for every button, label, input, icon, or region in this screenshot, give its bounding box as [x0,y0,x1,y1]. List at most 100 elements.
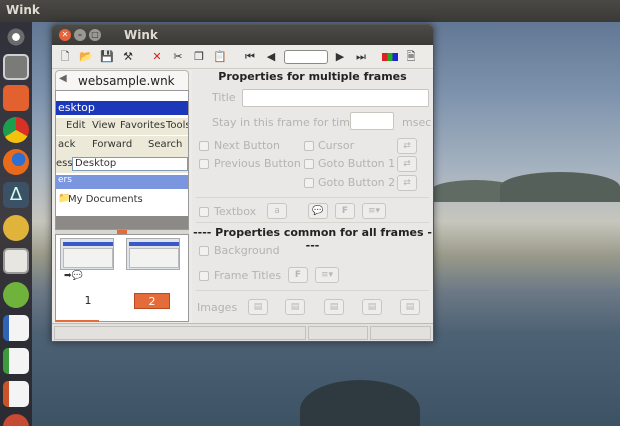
properties-panel: Properties for multiple frames Title Sta… [192,70,433,323]
frame-titles-font-icon[interactable]: F [288,267,308,283]
preview-side-header: ers [56,175,188,189]
recycle-icon[interactable] [3,282,29,308]
image-move-up-icon[interactable]: ▤ [324,299,344,315]
frame-thumbnail[interactable] [126,238,180,270]
open-icon[interactable]: 📂 [78,49,94,65]
preview-nav-bar: ack Forward Search [56,135,188,155]
title-bar: ✕ – □ Wink [52,25,433,45]
settings-icon[interactable] [3,414,29,426]
palette-icon[interactable] [382,53,398,61]
window-title: Wink [124,28,158,42]
tab-websample[interactable]: ◀ websample.wnk [55,70,189,90]
stay-time-label: Stay in this frame for time [212,116,357,129]
wink-icon[interactable] [3,215,29,241]
background-label: Background [214,244,280,257]
thumbnail-scroll-indicator[interactable] [55,320,99,322]
goto-button-1-settings-icon[interactable]: ⇄ [397,156,417,172]
goto-button-1-label: Goto Button 1 [318,157,396,170]
top-panel: Wink [0,0,620,22]
inkscape-icon[interactable]: ∆ [3,182,29,208]
properties-icon[interactable]: ⚒ [120,49,136,65]
tab-scroll-left-icon[interactable]: ◀ [59,73,67,84]
images-label: Images [197,301,238,314]
speech-bubble-icon[interactable]: 💬 [308,203,328,219]
firefox-icon[interactable] [3,149,29,175]
frame-preview[interactable]: esktop Edit View Favorites Tools ack For… [55,90,189,230]
save-icon[interactable]: 💾 [99,49,115,65]
frame-number[interactable]: 1 [70,293,106,309]
close-icon[interactable]: ✕ [59,29,71,41]
stay-time-unit: msec [402,116,432,129]
active-app-name: Wink [6,3,40,17]
new-icon[interactable]: 🗋 [57,49,73,65]
preview-address-label: ess [56,158,73,169]
title-input[interactable] [242,89,429,107]
distant-hill [500,172,620,202]
calc-icon[interactable] [3,348,29,374]
goto-button-2-checkbox[interactable] [304,178,314,188]
stay-time-input[interactable] [350,112,394,130]
folder-icon[interactable] [3,85,29,111]
cut-icon[interactable]: ✂ [170,49,186,65]
font-icon[interactable]: F [335,203,355,219]
image-properties-icon[interactable]: ▤ [400,299,420,315]
status-bar [52,323,433,341]
title-label: Title [212,91,236,104]
cursor-checkbox[interactable] [304,141,314,151]
dash-icon[interactable] [3,24,29,50]
text-style-icon[interactable]: a [267,203,287,219]
copy-icon[interactable]: ❐ [191,49,207,65]
maximize-icon[interactable]: □ [89,29,101,41]
cursor-settings-icon[interactable]: ⇄ [397,138,417,154]
minimize-icon[interactable]: – [74,29,86,41]
text-editor-icon[interactable] [3,248,29,274]
goto-button-2-label: Goto Button 2 [318,176,396,189]
render-icon[interactable]: 🗎 [403,49,419,65]
frame-progress-bar[interactable] [284,50,328,64]
chromium-icon[interactable] [3,117,29,143]
preview-menu-item: Favorites [120,120,166,131]
previous-button-checkbox[interactable] [199,159,209,169]
tab-label: websample.wnk [78,74,175,88]
textbox-checkbox[interactable] [199,207,209,217]
textbox-label: Textbox [214,205,257,218]
properties-heading: Properties for multiple frames [218,70,407,83]
toolbar: 🗋 📂 💾 ⚒ ✕ ✂ ❐ 📋 ⏮ ◀ ▶ ⏭ 🗎 [52,45,433,69]
preview-list-item: 📁 My Documents [58,193,143,205]
preview-back: ack [58,139,76,150]
frame-thumbnails: ➡💬 1 2 [55,234,189,322]
paste-icon[interactable]: 📋 [212,49,228,65]
last-frame-icon[interactable]: ⏭ [353,49,369,65]
preview-menu-item: View [92,120,116,131]
delete-icon[interactable]: ✕ [149,49,165,65]
wink-window: ✕ – □ Wink 🗋 📂 💾 ⚒ ✕ ✂ ❐ 📋 ⏮ ◀ ▶ ⏭ 🗎 ◀ w… [51,24,434,342]
preview-address-bar: ess Desktop [56,155,188,173]
next-button-label: Next Button [214,139,280,152]
cursor-label: Cursor [318,139,355,152]
preview-search: Search [148,139,183,150]
frame-titles-align-dropdown-icon[interactable]: ≡▾ [315,267,339,283]
background-checkbox[interactable] [199,246,209,256]
image-move-down-icon[interactable]: ▤ [362,299,382,315]
next-frame-icon[interactable]: ▶ [332,49,348,65]
preview-menu-item: Edit [66,120,86,131]
files-icon[interactable] [3,54,29,80]
frame-thumbnail[interactable] [60,238,114,270]
image-add-icon[interactable]: ▤ [248,299,268,315]
first-frame-icon[interactable]: ⏮ [242,49,258,65]
goto-button-2-settings-icon[interactable]: ⇄ [397,175,417,191]
goto-button-1-checkbox[interactable] [304,159,314,169]
frame-titles-checkbox[interactable] [199,271,209,281]
previous-button-label: Previous Button [214,157,301,170]
frame-number-selected[interactable]: 2 [134,293,170,309]
writer-icon[interactable] [3,315,29,341]
align-dropdown-icon[interactable]: ≡▾ [362,203,386,219]
next-button-checkbox[interactable] [199,141,209,151]
prev-frame-icon[interactable]: ◀ [263,49,279,65]
preview-window-title: esktop [56,101,188,115]
launcher: ∆ [0,22,32,426]
rock [300,380,420,426]
preview-forward: Forward [92,139,133,150]
impress-icon[interactable] [3,381,29,407]
image-remove-icon[interactable]: ▤ [285,299,305,315]
